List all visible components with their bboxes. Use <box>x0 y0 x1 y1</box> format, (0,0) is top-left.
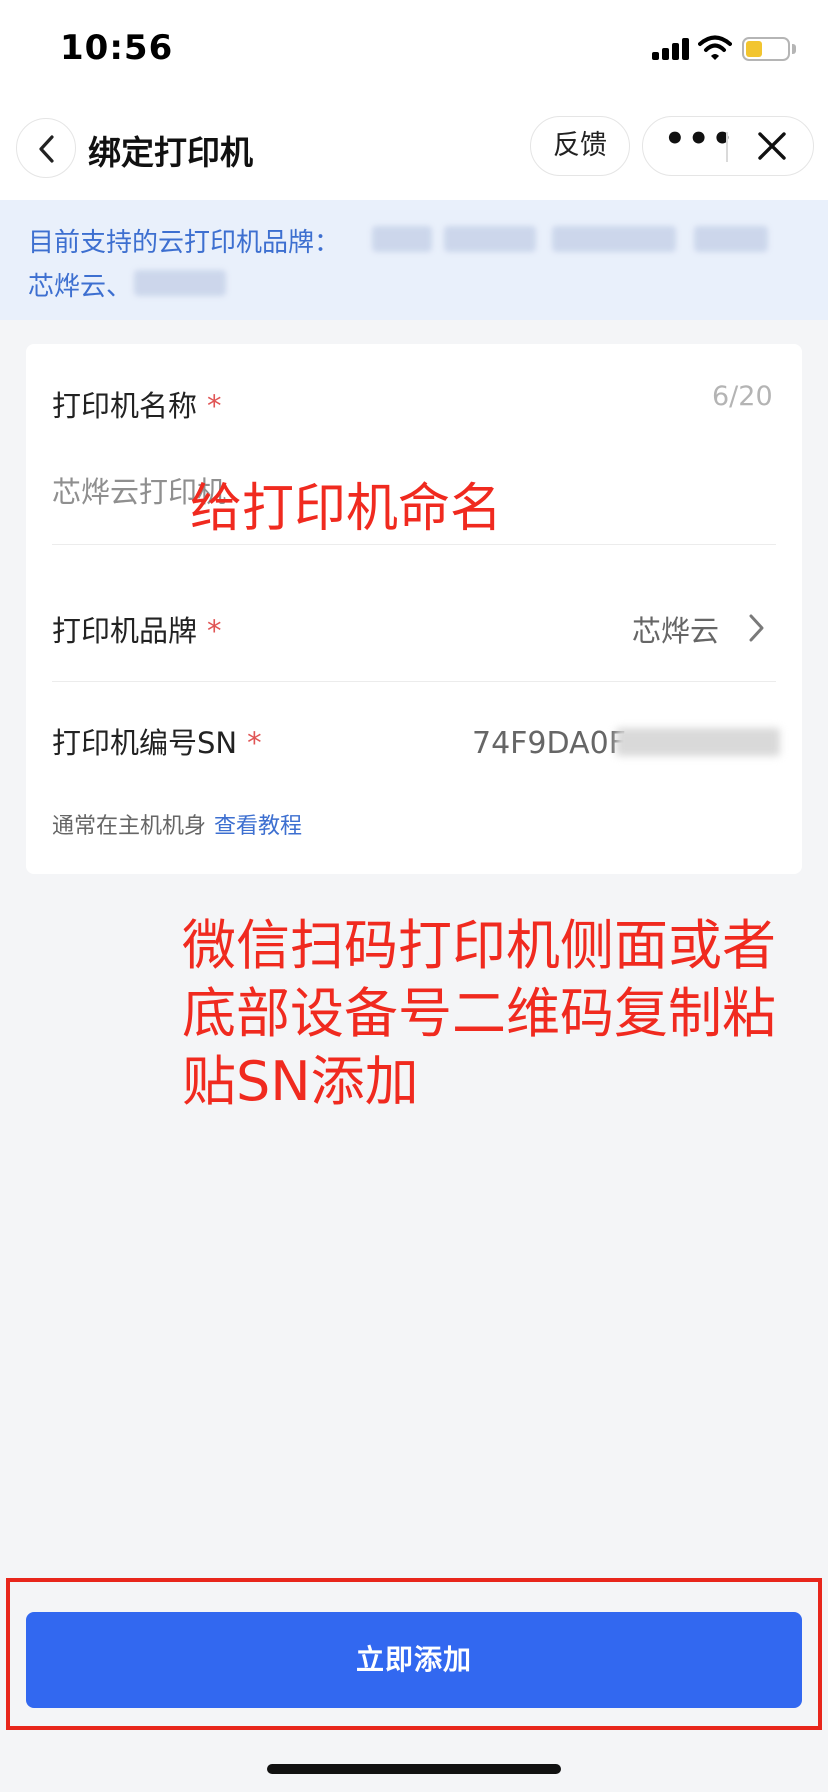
home-indicator <box>267 1764 561 1774</box>
divider <box>52 681 776 682</box>
blurred-brand <box>134 270 226 296</box>
blurred-sn <box>616 728 780 756</box>
printer-sn-input[interactable]: 74F9DA0F <box>472 726 626 761</box>
blurred-brand <box>694 226 768 252</box>
chevron-right-icon[interactable] <box>746 612 768 644</box>
divider <box>52 544 776 545</box>
feedback-button[interactable]: 反馈 <box>530 116 630 176</box>
battery-icon <box>742 37 790 61</box>
add-now-button[interactable]: 立即添加 <box>26 1612 802 1708</box>
notice-text: 目前支持的云打印机品牌： <box>28 228 341 258</box>
notice-text-line2: 芯烨云、 <box>28 272 133 302</box>
required-mark: * <box>207 389 222 423</box>
required-mark: * <box>207 614 222 648</box>
status-time: 10:56 <box>60 28 174 68</box>
printer-name-label: 打印机名称 * <box>52 389 222 423</box>
blurred-brand <box>444 226 536 252</box>
blurred-brand <box>552 226 676 252</box>
blurred-brand <box>372 226 432 252</box>
back-arrow-icon <box>39 135 54 163</box>
printer-sn-label: 打印机编号SN * <box>52 726 262 760</box>
tutorial-link[interactable]: 查看教程 <box>214 814 302 839</box>
more-icon[interactable]: ••• <box>664 122 733 163</box>
wifi-icon <box>698 34 732 62</box>
name-char-counter: 6/20 <box>712 381 773 412</box>
battery-cap <box>792 44 796 54</box>
capsule-divider <box>726 132 728 162</box>
back-button[interactable] <box>16 118 76 178</box>
close-icon[interactable] <box>754 128 790 164</box>
printer-brand-select[interactable]: 芯烨云 <box>632 608 719 650</box>
sn-hint: 通常在主机机身 查看教程 <box>52 814 303 839</box>
annotation-sn-note: 微信扫码打印机侧面或者底部设备号二维码复制粘贴SN添加 <box>182 914 776 1113</box>
page-title: 绑定打印机 <box>88 133 253 172</box>
signal-icon <box>652 38 690 60</box>
required-mark: * <box>247 726 262 760</box>
annotation-name-note: 给打印机命名 <box>190 479 503 539</box>
printer-brand-label: 打印机品牌 * <box>52 614 222 648</box>
